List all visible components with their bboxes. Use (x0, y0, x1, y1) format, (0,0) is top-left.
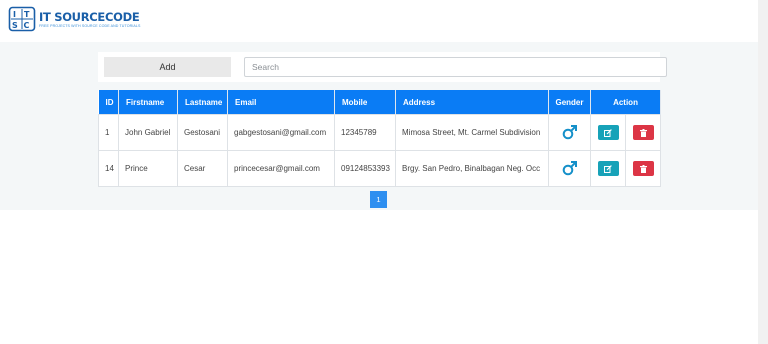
table-header-row: ID Firstname Lastname Email Mobile Addre… (98, 90, 662, 115)
toolbar: Add (98, 52, 667, 82)
header-address: Address (395, 90, 549, 115)
svg-text:S: S (12, 21, 18, 30)
cell-address: Brgy. San Pedro, Binalbagan Neg. Occ (395, 150, 549, 187)
delete-button[interactable] (632, 125, 654, 140)
add-button[interactable]: Add (104, 57, 231, 77)
header-gender: Gender (548, 90, 591, 115)
trash-icon (639, 164, 647, 173)
header-firstname: Firstname (118, 90, 178, 115)
svg-text:T: T (24, 10, 30, 19)
cell-gender (548, 114, 591, 151)
pagination-page-1[interactable]: 1 (370, 191, 387, 208)
cell-lastname: Cesar (177, 150, 228, 187)
edit-button[interactable] (597, 125, 619, 140)
cell-lastname: Gestosani (177, 114, 228, 151)
cell-email: gabgestosani@gmail.com (227, 114, 335, 151)
site-header: I T S C IT SOURCECODE FREE PROJECTS WITH… (0, 0, 768, 42)
brand-logo[interactable]: I T S C IT SOURCECODE FREE PROJECTS WITH… (8, 6, 141, 32)
cell-mobile: 12345789 (334, 114, 396, 151)
svg-text:C: C (24, 21, 30, 30)
cell-firstname: Prince (118, 150, 178, 187)
cell-edit (590, 114, 626, 151)
cell-delete (624, 114, 662, 151)
cell-firstname: John Gabriel (118, 114, 178, 151)
edit-icon (604, 128, 612, 137)
cell-id: 14 (98, 150, 119, 187)
header-id: ID (98, 90, 119, 115)
table-row: 1 John Gabriel Gestosani gabgestosani@gm… (98, 114, 662, 151)
header-lastname: Lastname (177, 90, 228, 115)
trash-icon (639, 128, 647, 137)
cell-gender (548, 150, 591, 187)
edit-button[interactable] (597, 161, 619, 176)
male-icon (562, 124, 578, 142)
cell-address: Mimosa Street, Mt. Carmel Subdivision (395, 114, 549, 151)
brand-tagline: FREE PROJECTS WITH SOURCE CODE AND TUTOR… (39, 23, 141, 28)
page-scrollbar[interactable] (758, 0, 768, 344)
table-row: 14 Prince Cesar princecesar@gmail.com 09… (98, 150, 662, 187)
search-input[interactable] (244, 57, 667, 77)
header-action: Action (590, 90, 662, 115)
cell-delete (624, 150, 662, 187)
brand-name: IT SOURCECODE (39, 9, 140, 24)
header-email: Email (227, 90, 335, 115)
edit-icon (604, 164, 612, 173)
svg-text:I: I (13, 10, 16, 19)
male-icon (562, 160, 578, 178)
users-table: ID Firstname Lastname Email Mobile Addre… (98, 90, 662, 187)
header-mobile: Mobile (334, 90, 396, 115)
cell-id: 1 (98, 114, 119, 151)
delete-button[interactable] (632, 161, 654, 176)
cell-email: princecesar@gmail.com (227, 150, 335, 187)
cell-edit (590, 150, 626, 187)
cell-mobile: 09124853393 (334, 150, 396, 187)
logo-mark-icon: I T S C (8, 6, 36, 32)
